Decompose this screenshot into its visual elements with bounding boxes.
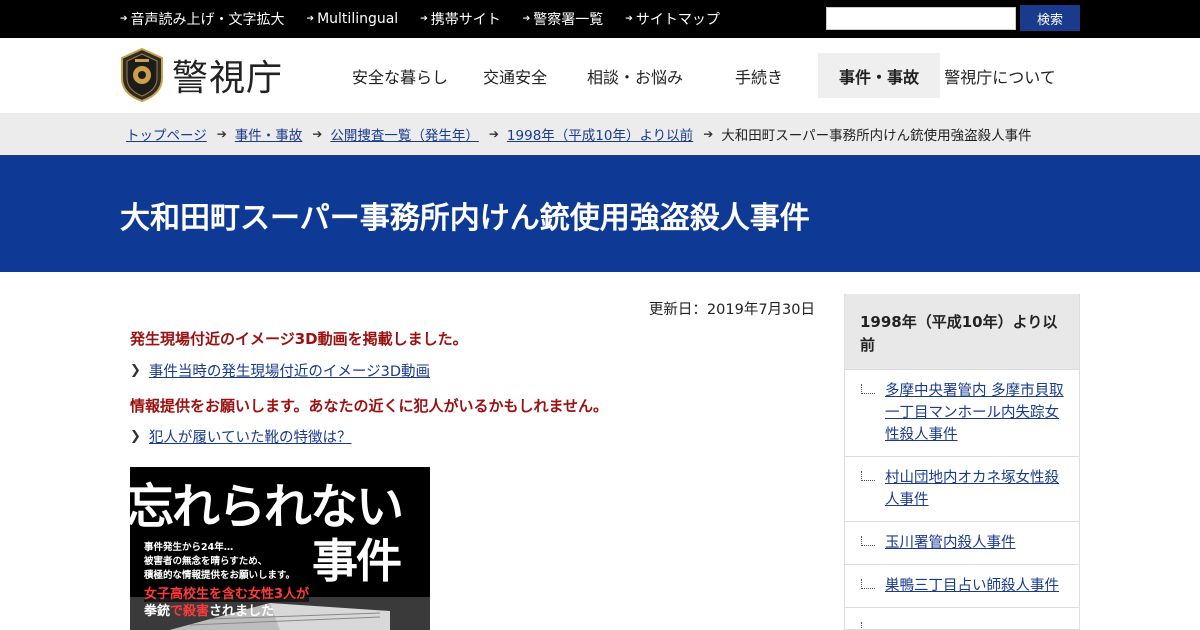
breadcrumb-bar: トップページ ➔ 事件・事故 ➔ 公開捜査一覧（発生年） ➔ 1998年（平成1… [0,113,1200,155]
poster-text: 被害者の無念を晴らすため、 [144,556,268,567]
tree-branch-icon [861,622,875,629]
page-title: 大和田町スーパー事務所内けん銃使用強盗殺人事件 [120,201,810,236]
poster-text: で殺害 [170,604,210,619]
tree-branch-icon [861,579,875,589]
link-3d-video[interactable]: 事件当時の発生現場付近のイメージ3D動画 [149,360,430,381]
nav-consultation[interactable]: 相談・お悩み [570,53,700,98]
poster-headline-case: 事件 [312,534,402,588]
chevron-right-icon: ❯ [130,429,141,444]
link-shoes-row: ❯ 犯人が履いていた靴の特徴は？ [130,426,351,447]
arrow-right-icon: ➔ [625,14,633,24]
utility-link-voice[interactable]: ➔ 音声読み上げ・文字拡大 [120,9,285,29]
utility-links: ➔ 音声読み上げ・文字拡大 ➔ Multilingual ➔ 携帯サイト ➔ 警察署一覧… [120,0,720,38]
arrow-right-icon: ➔ [703,127,714,141]
link-3d-video-row: ❯ 事件当時の発生現場付近のイメージ3D動画 [130,360,430,381]
tree-branch-icon [861,536,875,546]
search-button[interactable]: 検索 [1020,5,1080,31]
arrow-right-icon: ➔ [306,14,315,24]
search-input[interactable] [826,7,1016,30]
sidebar-link-sugamo-case[interactable]: 巣鴨三丁目占い師殺人事件 [885,578,1059,594]
sidebar-nav: 1998年（平成10年）より以前 多摩中央署管内 多摩市貝取一丁目マンホール内失… [844,294,1080,630]
breadcrumb-link-incidents[interactable]: 事件・事故 [235,124,303,144]
poster-cause-text: 拳銃で殺害されました [144,600,274,619]
nav-incidents[interactable]: 事件・事故 [818,53,940,98]
title-band: 大和田町スーパー事務所内けん銃使用強盗殺人事件 [0,155,1200,272]
nav-about[interactable]: 警視庁について [940,53,1060,98]
arrow-right-icon: ➔ [312,127,323,141]
notice-info-request: 情報提供をお願いします。あなたの近くに犯人がいるかもしれません。 [130,397,609,415]
nav-safe-living[interactable]: 安全な暮らし [340,53,460,98]
poster-text: 事件発生から24年… [144,542,234,553]
breadcrumb-link-before-1998[interactable]: 1998年（平成10年）より以前 [507,124,693,144]
sidebar-heading: 1998年（平成10年）より以前 [845,294,1079,369]
sidebar-item [845,607,1079,629]
notice-3d-video: 発生現場付近のイメージ3D動画を掲載しました。 [130,330,468,348]
logo-text: 警視庁 [172,58,284,99]
utility-link-label: Multilingual [317,11,399,27]
utility-link-stations[interactable]: ➔ 警察署一覧 [523,9,604,29]
utility-link-label: 音声読み上げ・文字拡大 [130,12,285,28]
breadcrumb: トップページ ➔ 事件・事故 ➔ 公開捜査一覧（発生年） ➔ 1998年（平成1… [126,113,1032,155]
case-poster-image[interactable]: 忘れられない 事件 事件発生から24年… 被害者の無念を晴らすため、 積極的な情… [130,467,430,630]
site-logo[interactable]: 警視庁 [120,48,283,102]
chevron-right-icon: ❯ [130,363,141,378]
nav-traffic-safety[interactable]: 交通安全 [460,53,570,98]
sidebar-link-murayama-case[interactable]: 村山団地内オカネ塚女性殺人事件 [885,470,1059,508]
utility-link-mobile[interactable]: ➔ 携帯サイト [420,9,501,29]
sidebar-item: 多摩中央署管内 多摩市貝取一丁目マンホール内失踪女性殺人事件 [845,369,1079,456]
arrow-right-icon: ➔ [522,14,531,24]
utility-link-label: 警察署一覧 [533,12,604,28]
tree-branch-icon [861,384,875,394]
poster-text: 拳銃 [144,604,171,619]
arrow-right-icon: ➔ [120,14,128,24]
sidebar-link-tamagawa-case[interactable]: 玉川署管内殺人事件 [885,535,1016,551]
sidebar-link-tama-case[interactable]: 多摩中央署管内 多摩市貝取一丁目マンホール内失踪女性殺人事件 [885,383,1064,443]
breadcrumb-link-top[interactable]: トップページ [126,124,207,144]
updated-date: 更新日：2019年7月30日 [648,302,815,318]
sidebar-item: 玉川署管内殺人事件 [845,521,1079,564]
arrow-right-icon: ➔ [216,127,227,141]
utility-link-sitemap[interactable]: ➔ サイトマップ [625,9,720,29]
utility-link-multilingual[interactable]: ➔ Multilingual [307,11,399,27]
global-nav: 安全な暮らし 交通安全 相談・お悩み 手続き 事件・事故 警視庁について [340,38,1060,113]
utility-bar: ➔ 音声読み上げ・文字拡大 ➔ Multilingual ➔ 携帯サイト ➔ 警察署一覧… [0,0,1200,38]
nav-procedures[interactable]: 手続き [700,53,818,98]
arrow-right-icon: ➔ [488,127,499,141]
sidebar-item: 巣鴨三丁目占い師殺人事件 [845,564,1079,607]
arrow-right-icon: ➔ [420,14,428,24]
utility-link-label: 携帯サイト [430,12,501,28]
tree-branch-icon [861,471,875,481]
sidebar-item: 村山団地内オカネ塚女性殺人事件 [845,456,1079,521]
utility-link-label: サイトマップ [635,12,720,28]
link-shoes[interactable]: 犯人が履いていた靴の特徴は？ [149,426,352,447]
site-header: 警視庁 安全な暮らし 交通安全 相談・お悩み 手続き 事件・事故 警視庁について [0,38,1200,113]
breadcrumb-link-public-investigation[interactable]: 公開捜査一覧（発生年） [330,124,479,144]
poster-text: 積極的な情報提供をお願いします。 [144,570,296,581]
police-emblem-icon [121,48,163,102]
breadcrumb-current: 大和田町スーパー事務所内けん銃使用強盗殺人事件 [721,128,1032,144]
poster-text: されました [209,604,275,619]
